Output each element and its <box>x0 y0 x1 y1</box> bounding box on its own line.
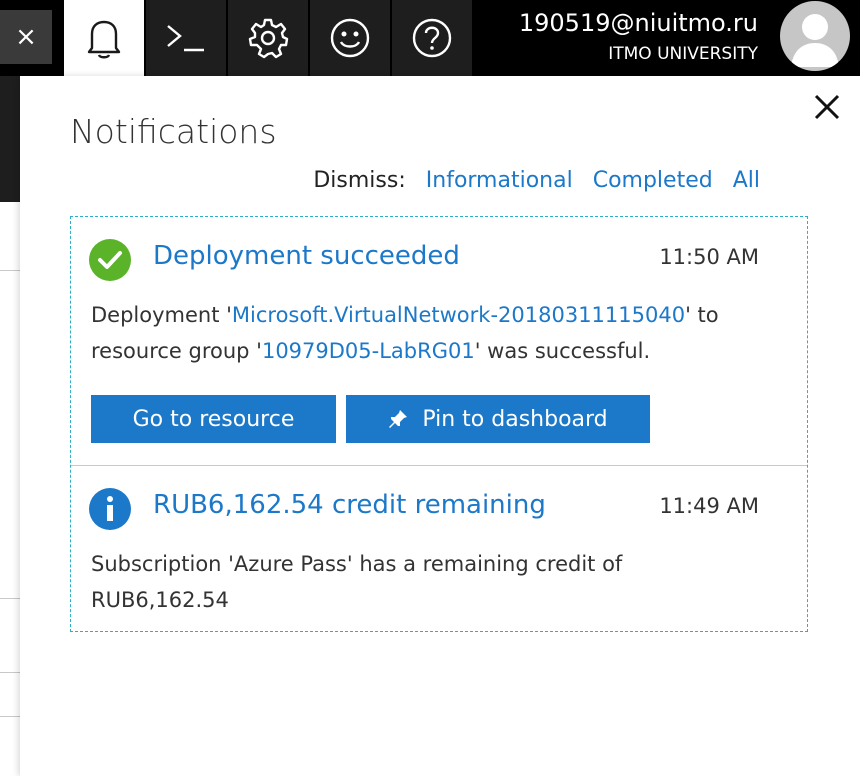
notification-time: 11:49 AM <box>659 494 759 518</box>
close-icon: × <box>15 22 37 52</box>
pin-to-dashboard-button[interactable]: Pin to dashboard <box>346 395 650 443</box>
top-bar: × 190519@niuitmo.ru ITMO UNIVERSITY <box>0 0 860 76</box>
user-organization: ITMO UNIVERSITY <box>608 44 758 64</box>
go-to-resource-button[interactable]: Go to resource <box>91 395 336 443</box>
dismiss-label: Dismiss: <box>313 168 406 193</box>
divider <box>0 716 20 717</box>
divider <box>0 598 20 599</box>
notification-title[interactable]: Deployment succeeded <box>153 241 460 271</box>
smiley-icon <box>330 18 370 58</box>
divider <box>0 672 20 673</box>
button-label: Go to resource <box>132 406 295 432</box>
notification-message: Subscription 'Azure Pass' has a remainin… <box>91 552 623 612</box>
notification-item[interactable]: Deployment succeeded 11:50 AM Deployment… <box>71 217 807 466</box>
user-email: 190519@niuitmo.ru <box>518 9 758 37</box>
deployment-link[interactable]: Microsoft.VirtualNetwork-20180311115040 <box>232 303 685 327</box>
divider <box>0 270 20 271</box>
close-button[interactable]: × <box>0 10 52 64</box>
close-panel-button[interactable] <box>810 90 844 124</box>
feedback-button[interactable] <box>310 0 390 76</box>
user-account[interactable]: 190519@niuitmo.ru ITMO UNIVERSITY <box>474 0 860 76</box>
close-icon <box>814 94 840 120</box>
message-text: Deployment ' <box>91 303 232 327</box>
dismiss-completed-link[interactable]: Completed <box>593 168 713 193</box>
cloud-shell-icon <box>167 25 204 52</box>
background-page <box>0 76 20 776</box>
message-text: ' was successful. <box>474 339 651 363</box>
resource-group-link[interactable]: 10979D05-LabRG01 <box>262 339 475 363</box>
bell-icon <box>87 20 121 59</box>
dismiss-bar: Dismiss: Informational Completed All <box>313 168 760 193</box>
info-circle-icon <box>89 488 131 530</box>
dismiss-informational-link[interactable]: Informational <box>426 168 573 193</box>
notification-actions: Go to resource Pin to dashboard <box>91 395 650 443</box>
notification-item[interactable]: RUB6,162.54 credit remaining 11:49 AM Su… <box>71 466 807 631</box>
background-page-header <box>0 76 20 202</box>
notification-title[interactable]: RUB6,162.54 credit remaining <box>153 490 546 520</box>
panel-title: Notifications <box>70 112 277 151</box>
button-label: Pin to dashboard <box>422 406 608 432</box>
help-icon <box>412 18 452 58</box>
dismiss-all-link[interactable]: All <box>733 168 760 193</box>
settings-button[interactable] <box>228 0 308 76</box>
avatar-icon <box>791 14 839 67</box>
help-button[interactable] <box>392 0 472 76</box>
notifications-panel: Notifications Dismiss: Informational Com… <box>20 76 860 776</box>
pin-icon <box>389 410 408 428</box>
notification-message: Deployment 'Microsoft.VirtualNetwork-201… <box>91 297 771 369</box>
gear-icon <box>248 18 289 59</box>
avatar[interactable] <box>780 1 850 71</box>
notification-time: 11:50 AM <box>659 245 759 269</box>
checkmark-circle-icon <box>89 239 131 281</box>
cloud-shell-button[interactable] <box>146 0 226 76</box>
notifications-button[interactable] <box>64 0 144 76</box>
notification-list: Deployment succeeded 11:50 AM Deployment… <box>70 216 808 632</box>
